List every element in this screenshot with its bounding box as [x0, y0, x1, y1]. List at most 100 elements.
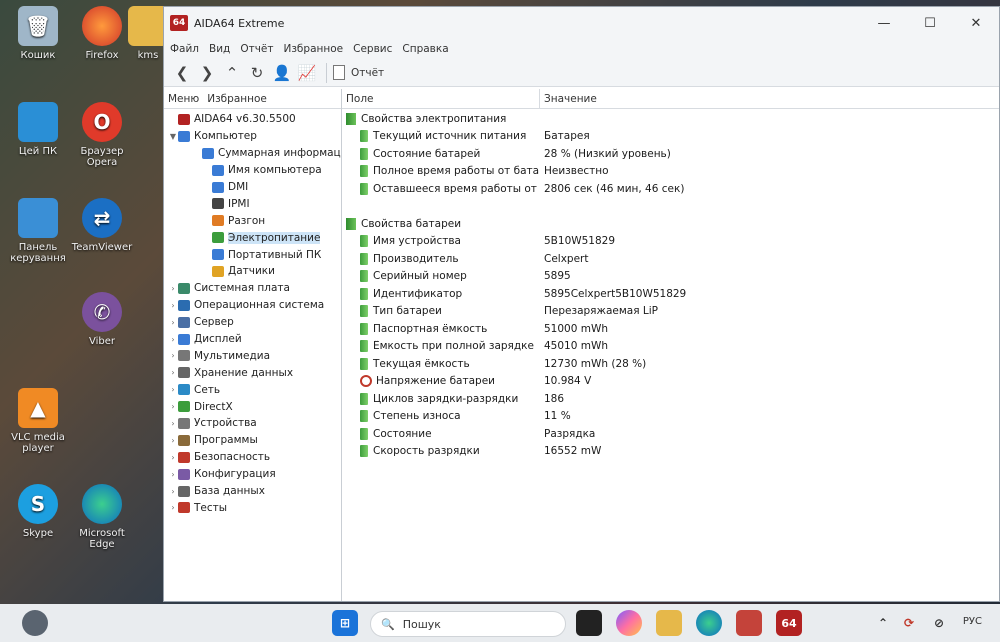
menu-favorites[interactable]: Избранное [283, 43, 343, 55]
report-button[interactable]: Отчёт [333, 65, 384, 80]
back-icon[interactable]: ❮ [170, 61, 194, 85]
expand-arrow-icon[interactable]: › [168, 402, 178, 411]
tree-item[interactable]: DMI [164, 179, 341, 196]
expand-arrow-icon[interactable]: › [168, 335, 178, 344]
tree-item[interactable]: › Системная плата [164, 280, 341, 297]
tree-item[interactable]: Разгон [164, 212, 341, 229]
table-row[interactable]: Полное время работы от батар... Неизвестн… [342, 163, 999, 181]
tree-item[interactable]: Портативный ПК [164, 246, 341, 263]
title-bar[interactable]: 64 AIDA64 Extreme — ☐ ✕ [164, 7, 999, 39]
desktop-icon-control-panel[interactable]: Панель керування [2, 198, 74, 264]
up-icon[interactable]: ⌃ [220, 61, 244, 85]
maximize-button[interactable]: ☐ [907, 7, 953, 39]
tree-item[interactable]: Суммарная информация [164, 145, 341, 162]
refresh-icon[interactable]: ↻ [245, 61, 269, 85]
table-row[interactable]: Текущая ёмкость 12730 mWh (28 %) [342, 355, 999, 373]
desktop-icon-kms[interactable]: kms [128, 6, 168, 61]
task-view-icon[interactable] [576, 610, 602, 636]
tree-item[interactable]: Датчики [164, 263, 341, 280]
language-indicator[interactable]: РУС [963, 616, 982, 627]
tree-item[interactable]: › DirectX [164, 398, 341, 415]
tree-item[interactable]: › Тесты [164, 499, 341, 516]
expand-arrow-icon[interactable]: ▼ [168, 132, 178, 141]
table-row[interactable]: Производитель Celxpert [342, 250, 999, 268]
table-row[interactable]: Паспортная ёмкость 51000 mWh [342, 320, 999, 338]
tree-item[interactable]: › Операционная система [164, 297, 341, 314]
tree-item[interactable]: › Программы [164, 432, 341, 449]
edge-taskbar-icon[interactable] [696, 610, 722, 636]
tree-item[interactable]: › База данных [164, 483, 341, 500]
desktop-icon-this-pc[interactable]: Цей ПК [2, 102, 74, 157]
table-row[interactable]: Оставшееся время работы от б... 2806 сек … [342, 180, 999, 198]
desktop-icon-edge[interactable]: Microsoft Edge [66, 484, 138, 550]
tab-menu[interactable]: Меню [164, 93, 203, 105]
expand-arrow-icon[interactable]: › [168, 301, 178, 310]
close-button[interactable]: ✕ [953, 7, 999, 39]
expand-arrow-icon[interactable]: › [168, 503, 178, 512]
tree-item[interactable]: › Безопасность [164, 449, 341, 466]
menu-view[interactable]: Вид [209, 43, 230, 55]
chart-icon[interactable]: 📈 [295, 61, 319, 85]
tree-item[interactable]: › Конфигурация [164, 466, 341, 483]
expand-arrow-icon[interactable]: › [168, 368, 178, 377]
desktop-icon-opera[interactable]: O Браузер Opera [66, 102, 138, 168]
table-row[interactable]: Имя устройства 5B10W51829 [342, 233, 999, 251]
expand-arrow-icon[interactable]: › [168, 284, 178, 293]
tree-item[interactable]: › Дисплей [164, 331, 341, 348]
user-icon[interactable]: 👤 [270, 61, 294, 85]
expand-arrow-icon[interactable]: › [168, 318, 178, 327]
table-row[interactable]: Идентификатор 5895Celxpert5B10W51829 [342, 285, 999, 303]
menu-service[interactable]: Сервис [353, 43, 392, 55]
desktop-icon-vlc[interactable]: ▲ VLC media player [2, 388, 74, 454]
widgets-icon[interactable] [22, 610, 48, 636]
table-row[interactable]: Состояние батарей 28 % (Низкий уровень) [342, 145, 999, 163]
start-icon[interactable]: ⊞ [332, 610, 358, 636]
tree-item[interactable]: › Сеть [164, 381, 341, 398]
desktop-icon-recycle-bin[interactable]: 🗑 Кошик [2, 6, 74, 61]
section-header[interactable]: Свойства батареи [342, 215, 999, 233]
chevron-up-icon[interactable]: ⌃ [870, 610, 896, 636]
copilot-icon[interactable] [616, 610, 642, 636]
expand-arrow-icon[interactable]: › [168, 419, 178, 428]
tree-item[interactable]: › Сервер [164, 314, 341, 331]
desktop-icon-teamviewer[interactable]: ⇄ TeamViewer [66, 198, 138, 253]
tab-favorites[interactable]: Избранное [203, 93, 271, 105]
desktop-icon-skype[interactable]: S Skype [2, 484, 74, 539]
tree-item[interactable]: AIDA64 v6.30.5500 [164, 111, 341, 128]
tree-item[interactable]: › Хранение данных [164, 364, 341, 381]
table-row[interactable]: Ёмкость при полной зарядке 45010 mWh [342, 338, 999, 356]
minimize-button[interactable]: — [861, 7, 907, 39]
table-row[interactable]: Тип батареи Перезаряжаемая LiP [342, 303, 999, 321]
network-off-icon[interactable]: ⊘ [926, 610, 952, 636]
menu-file[interactable]: Файл [170, 43, 199, 55]
table-row[interactable]: Текущий источник питания Батарея [342, 128, 999, 146]
section-header[interactable]: Свойства электропитания [342, 110, 999, 128]
menu-help[interactable]: Справка [402, 43, 448, 55]
table-row[interactable]: Состояние Разрядка [342, 425, 999, 443]
menu-report[interactable]: Отчёт [240, 43, 273, 55]
table-row[interactable]: Серийный номер 5895 [342, 268, 999, 286]
sync-icon[interactable]: ⟳ [896, 610, 922, 636]
desktop-icon-viber[interactable]: ✆ Viber [66, 292, 138, 347]
taskbar-search[interactable]: 🔍 Пошук [370, 611, 566, 637]
expand-arrow-icon[interactable]: › [168, 487, 178, 496]
tree-item[interactable]: Электропитание [164, 229, 341, 246]
expand-arrow-icon[interactable]: › [168, 351, 178, 360]
table-row[interactable]: Напряжение батареи 10.984 V [342, 373, 999, 391]
store-icon[interactable] [736, 610, 762, 636]
expand-arrow-icon[interactable]: › [168, 453, 178, 462]
expand-arrow-icon[interactable]: › [168, 385, 178, 394]
column-field[interactable]: Поле [342, 89, 540, 108]
forward-icon[interactable]: ❯ [195, 61, 219, 85]
column-value[interactable]: Значение [540, 93, 597, 105]
tree-item[interactable]: Имя компьютера [164, 162, 341, 179]
tree-item[interactable]: IPMI [164, 195, 341, 212]
tree-item[interactable]: › Устройства [164, 415, 341, 432]
expand-arrow-icon[interactable]: › [168, 436, 178, 445]
tree-item[interactable]: ▼ Компьютер [164, 128, 341, 145]
table-row[interactable]: Скорость разрядки 16552 mW [342, 443, 999, 461]
expand-arrow-icon[interactable]: › [168, 470, 178, 479]
table-row[interactable]: Степень износа 11 % [342, 408, 999, 426]
file-explorer-icon[interactable] [656, 610, 682, 636]
table-row[interactable]: Циклов зарядки-разрядки 186 [342, 390, 999, 408]
